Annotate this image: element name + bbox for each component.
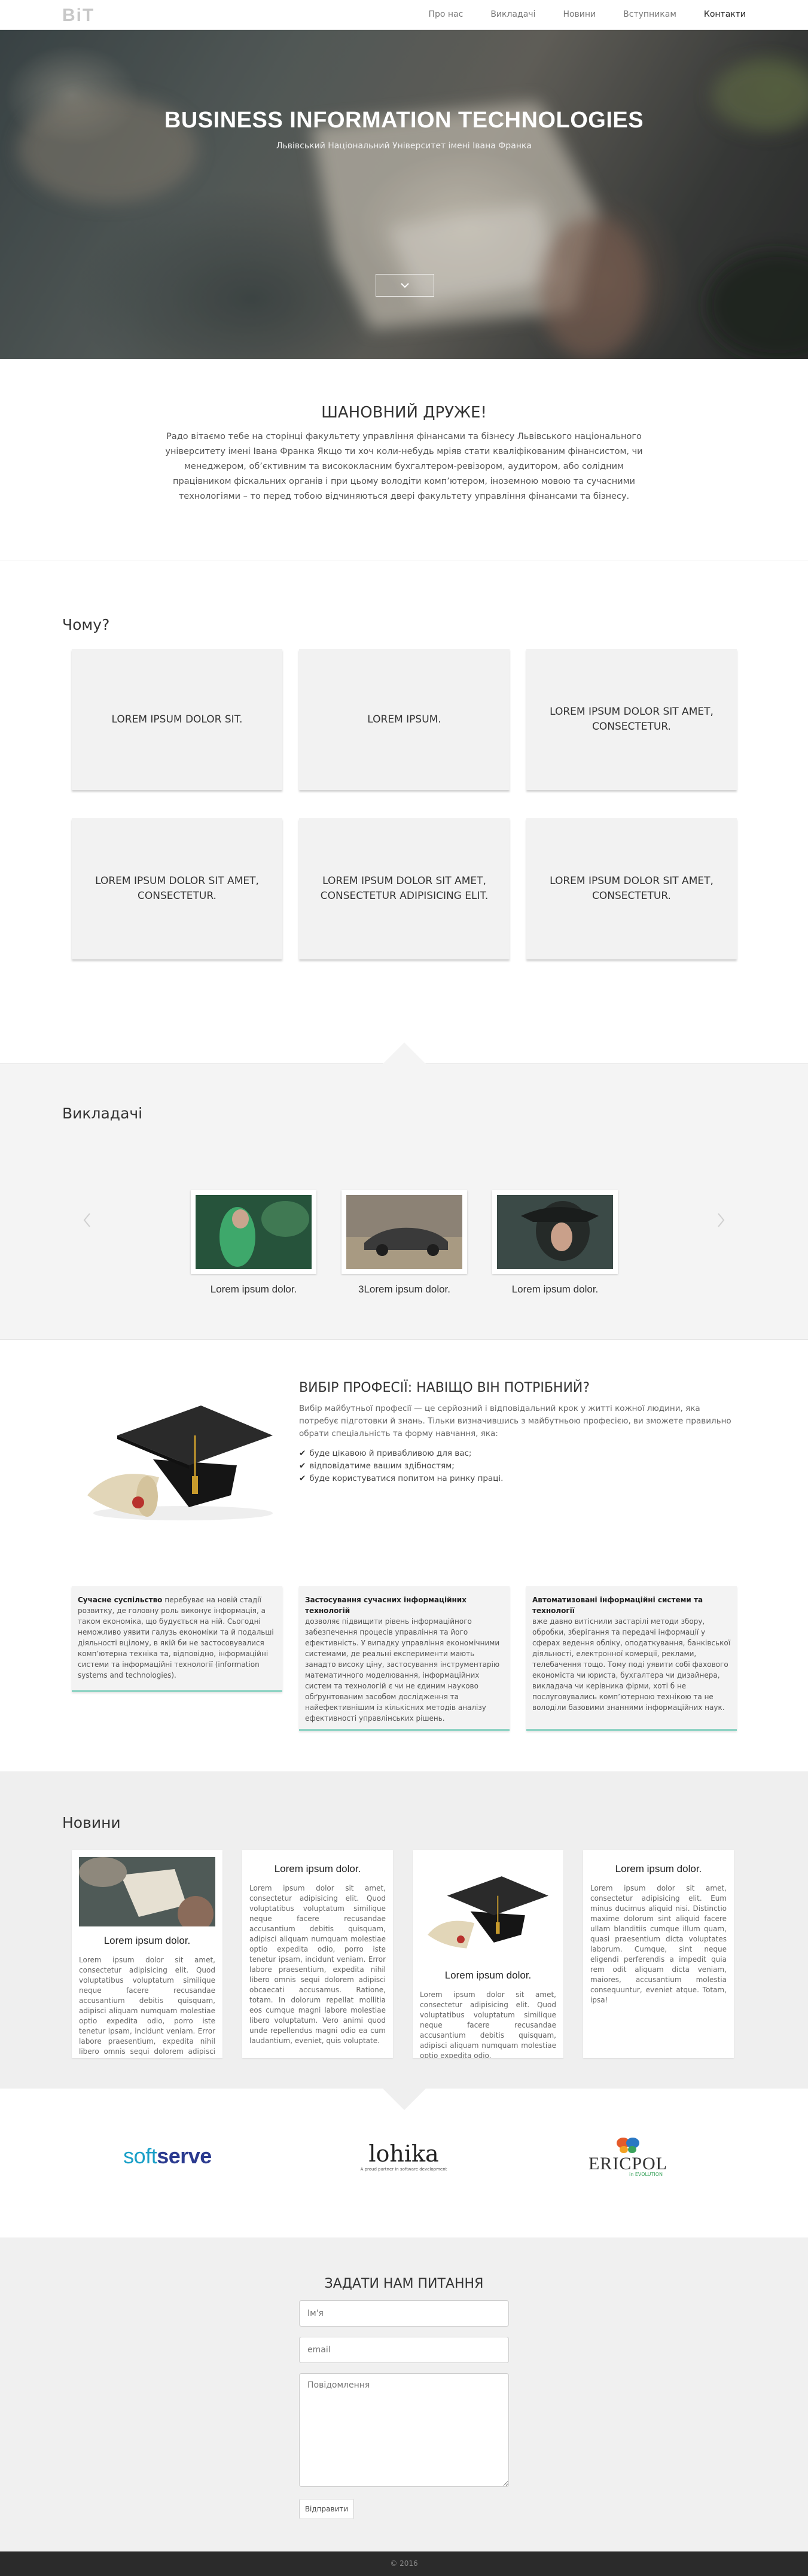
- teacher-name: Lorem ipsum dolor.: [511, 1284, 599, 1295]
- butterfly-icon: [617, 2137, 639, 2153]
- hero-subtitle: Львівський Національний Університет імен…: [276, 141, 532, 151]
- info-card-text: вже давно витіснили застарілі методи збо…: [532, 1617, 731, 1712]
- section-notch: [383, 1042, 426, 1064]
- carousel-prev-button[interactable]: [81, 1211, 93, 1234]
- profession-list: буде цікавою й привабливою для вас; відп…: [299, 1447, 503, 1485]
- teacher-name: Lorem ipsum dolor.: [210, 1284, 297, 1295]
- news-card[interactable]: Lorem ipsum dolor. Lorem ipsum dolor sit…: [583, 1850, 734, 2058]
- name-input[interactable]: [299, 2300, 509, 2327]
- news-card[interactable]: Lorem ipsum dolor. Lorem ipsum dolor sit…: [413, 1850, 563, 2058]
- navbar: BiT Про нас Викладачі Новини Вступникам …: [0, 0, 808, 30]
- teachers-section: Викладачі Lorem ipsum dolor. 3Lorem ipsu…: [0, 1042, 808, 1340]
- nav-menu: Про нас Викладачі Новини Вступникам Конт…: [401, 10, 746, 19]
- scroll-down-button[interactable]: [376, 274, 434, 297]
- news-card[interactable]: Lorem ipsum dolor. Lorem ipsum dolor sit…: [72, 1850, 222, 2058]
- copyright-text: © 2016: [390, 2559, 418, 2568]
- teacher-name: 3Lorem ipsum dolor.: [358, 1284, 451, 1295]
- news-title: Новини: [62, 1814, 121, 1831]
- contact-title: ЗАДАТИ НАМ ПИТАННЯ: [324, 2276, 484, 2291]
- news-card-title: Lorem ipsum dolor.: [274, 1863, 361, 1874]
- graduation-cap-image: [428, 1876, 548, 1949]
- news-card[interactable]: Lorem ipsum dolor. Lorem ipsum dolor sit…: [242, 1850, 393, 2058]
- news-card-title: Lorem ipsum dolor.: [444, 1970, 532, 1981]
- news-card-text: Lorem ipsum dolor sit amet, consectetur …: [590, 1884, 727, 2004]
- intro-text: Радо вітаємо тебе на сторінці факультету…: [165, 432, 643, 501]
- why-card: LOREM IPSUM DOLOR SIT AMET, CONSECTETUR …: [299, 818, 510, 959]
- news-card-text: Lorem ipsum dolor sit amet, consectetur …: [79, 1956, 215, 2058]
- why-card: LOREM IPSUM DOLOR SIT AMET, CONSECTETUR.: [72, 818, 282, 959]
- intro-title: ШАНОВНИЙ ДРУЖЕ!: [321, 404, 487, 422]
- nav-link-contacts[interactable]: Контакти: [704, 10, 746, 19]
- brand-logo[interactable]: BiT: [62, 5, 94, 26]
- info-card: Застосування сучасних інформаційних техн…: [299, 1586, 510, 1731]
- nav-link-about[interactable]: Про нас: [428, 10, 463, 19]
- teacher-card[interactable]: 3Lorem ipsum dolor.: [342, 1190, 467, 1295]
- teacher-card[interactable]: Lorem ipsum dolor.: [191, 1190, 316, 1295]
- nav-link-news[interactable]: Новини: [563, 10, 596, 19]
- contact-section: ЗАДАТИ НАМ ПИТАННЯ Відправити: [0, 2237, 808, 2551]
- profession-title: ВИБІР ПРОФЕСІЇ: НАВІЩО ВІН ПОТРІБНИЙ?: [299, 1380, 590, 1395]
- info-card: Сучасне суспільство перебуває на новій с…: [72, 1586, 282, 1692]
- carousel-next-button[interactable]: [715, 1211, 727, 1234]
- nav-link-teachers[interactable]: Викладачі: [490, 10, 535, 19]
- info-card: Автоматизовані інформаційні системи та т…: [526, 1586, 737, 1731]
- info-card-title: Застосування сучасних інформаційних техн…: [305, 1596, 466, 1615]
- hero-title: BUSINESS INFORMATION TECHNOLOGIES: [164, 108, 644, 133]
- message-textarea[interactable]: [299, 2373, 509, 2487]
- chevron-left-icon: [83, 1213, 90, 1227]
- info-card-title: Сучасне суспільство: [78, 1596, 163, 1604]
- news-card-text: Lorem ipsum dolor sit amet, consectetur …: [249, 1884, 386, 2045]
- list-item: відповідатиме вашим здібностям;: [299, 1460, 503, 1473]
- why-card: LOREM IPSUM DOLOR SIT.: [72, 649, 282, 790]
- partner-logo-ericpol[interactable]: ERICPOL in EVOLUTION: [574, 2135, 682, 2177]
- submit-button[interactable]: Відправити: [299, 2499, 354, 2519]
- why-card: LOREM IPSUM.: [299, 649, 510, 790]
- nav-link-applicants[interactable]: Вступникам: [623, 10, 676, 19]
- list-item: буде користуватися попитом на ринку прац…: [299, 1473, 503, 1485]
- chevron-down-icon: [401, 283, 409, 288]
- info-card-title: Автоматизовані інформаційні системи та т…: [532, 1596, 703, 1615]
- teacher-photo: [342, 1190, 467, 1274]
- why-card: LOREM IPSUM DOLOR SIT AMET, CONSECTETUR.: [526, 818, 737, 959]
- chevron-right-icon: [718, 1213, 725, 1227]
- why-card: LOREM IPSUM DOLOR SIT AMET, CONSECTETUR.: [526, 649, 737, 790]
- teacher-photo: [492, 1190, 618, 1274]
- profession-text: Вибір майбутньої професії — це серйозний…: [299, 1404, 731, 1438]
- teacher-photo: [191, 1190, 316, 1274]
- partner-logo-softserve[interactable]: softserve softserve: [108, 2135, 227, 2177]
- partner-logo-lohika[interactable]: lohika A proud partner in software devel…: [350, 2135, 458, 2177]
- footer: © 2016: [0, 2551, 808, 2576]
- info-card-text: дозволяє підвищити рівень інформаційного…: [305, 1617, 500, 1723]
- info-card-text: перебуває на новій стадії розвитку, де г…: [78, 1596, 274, 1679]
- list-item: буде цікавою й привабливою для вас;: [299, 1447, 503, 1460]
- teachers-title: Викладачі: [62, 1105, 143, 1122]
- why-title: Чому?: [62, 616, 110, 633]
- graduation-cap-image: [87, 1406, 273, 1520]
- news-card-title: Lorem ipsum dolor.: [615, 1863, 702, 1874]
- hero-banner: BUSINESS INFORMATION TECHNOLOGIES Львівс…: [0, 30, 808, 359]
- news-section: Новини Lorem ipsum dolor. Lorem ipsum do…: [0, 1772, 808, 2089]
- news-card-text: Lorem ipsum dolor sit amet, consectetur …: [420, 1990, 556, 2058]
- news-image: [79, 1857, 215, 1932]
- section-notch: [383, 2089, 426, 2110]
- news-card-title: Lorem ipsum dolor.: [103, 1935, 191, 1946]
- teacher-card[interactable]: Lorem ipsum dolor.: [492, 1190, 618, 1295]
- email-input[interactable]: [299, 2337, 509, 2363]
